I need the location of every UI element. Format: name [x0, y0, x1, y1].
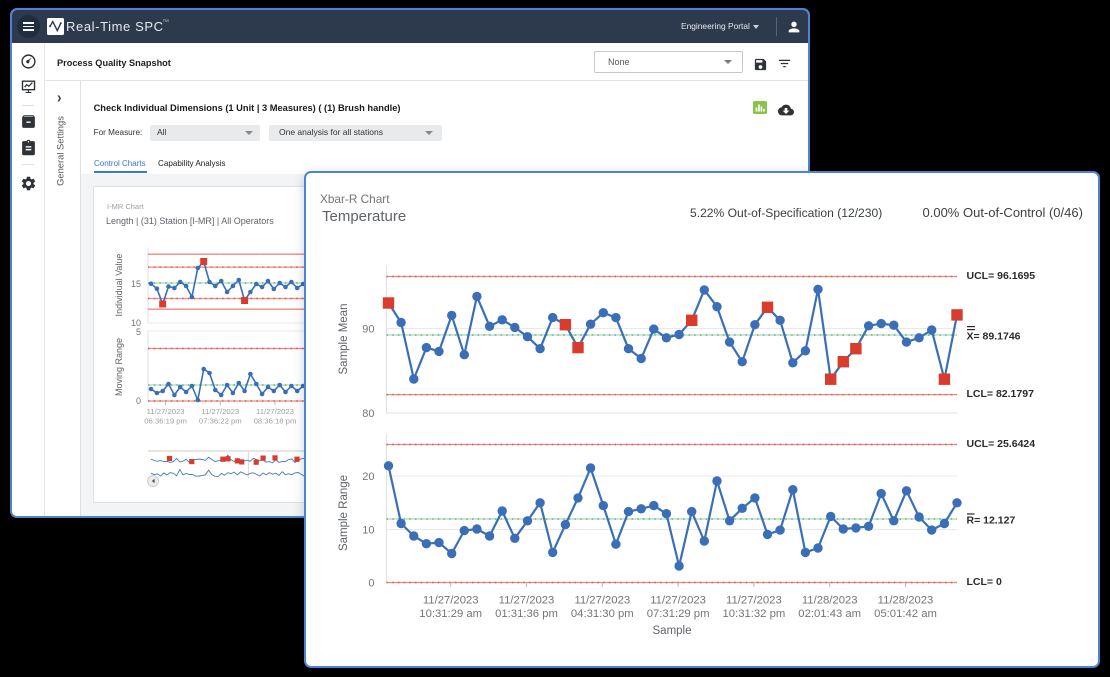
svg-text:11/27/2023: 11/27/2023: [650, 595, 706, 607]
svg-text:80: 80: [362, 408, 374, 420]
svg-text:11/27/2023: 11/27/2023: [147, 407, 185, 416]
svg-text:07:31:29 pm: 07:31:29 pm: [647, 608, 710, 620]
svg-text:R= 12.127: R= 12.127: [967, 515, 1016, 527]
svg-text:10: 10: [362, 525, 374, 537]
svg-text:General Settings: General Settings: [55, 115, 66, 185]
svg-text:10:31:32 pm: 10:31:32 pm: [722, 608, 785, 620]
svg-text:LCL= 0: LCL= 0: [967, 576, 1002, 588]
svg-text:Length | (31) Station [I-MR] |: Length | (31) Station [I-MR] | All Opera…: [106, 216, 274, 226]
svg-text:04:31:30 pm: 04:31:30 pm: [571, 608, 634, 620]
svg-text:Sample Mean: Sample Mean: [338, 304, 350, 375]
svg-text:X= 89.1746: X= 89.1746: [967, 331, 1021, 343]
svg-text:0: 0: [136, 396, 141, 406]
svg-text:11/27/2023: 11/27/2023: [256, 407, 294, 416]
svg-text:Individual Value: Individual Value: [114, 254, 124, 317]
svg-text:90: 90: [362, 324, 374, 336]
svg-text:01:31:36 pm: 01:31:36 pm: [495, 608, 558, 620]
svg-text:0: 0: [368, 578, 374, 590]
svg-text:Sample: Sample: [653, 625, 692, 637]
svg-text:11/27/2023: 11/27/2023: [574, 595, 630, 607]
svg-text:07:36:22 pm: 07:36:22 pm: [199, 417, 242, 426]
svg-text:11/27/2023: 11/27/2023: [499, 595, 555, 607]
svg-text:I-MR Chart: I-MR Chart: [107, 202, 145, 211]
svg-text:11/28/2023: 11/28/2023: [878, 595, 934, 607]
svg-text:5: 5: [136, 327, 141, 337]
svg-text:06:36:19 pm: 06:36:19 pm: [144, 417, 187, 426]
svg-text:11/28/2023: 11/28/2023: [802, 595, 858, 607]
svg-text:11/27/2023: 11/27/2023: [201, 407, 239, 416]
svg-text:Sample Range: Sample Range: [338, 475, 350, 551]
svg-text:11/27/2023: 11/27/2023: [423, 595, 479, 607]
svg-text:UCL= 25.6424: UCL= 25.6424: [967, 438, 1036, 450]
svg-text:LCL= 82.1797: LCL= 82.1797: [967, 388, 1035, 400]
svg-text:15: 15: [131, 279, 141, 289]
svg-text:20: 20: [362, 471, 374, 483]
svg-text:10:31:29 am: 10:31:29 am: [419, 608, 482, 620]
svg-text:11/27/2023: 11/27/2023: [726, 595, 782, 607]
svg-text:08:36:18 pm: 08:36:18 pm: [254, 417, 297, 426]
svg-text:02:01:43 am: 02:01:43 am: [798, 608, 861, 620]
svg-text:Moving Range: Moving Range: [114, 338, 124, 396]
svg-text:UCL= 96.1695: UCL= 96.1695: [967, 270, 1036, 282]
svg-text:05:01:42 am: 05:01:42 am: [874, 608, 937, 620]
